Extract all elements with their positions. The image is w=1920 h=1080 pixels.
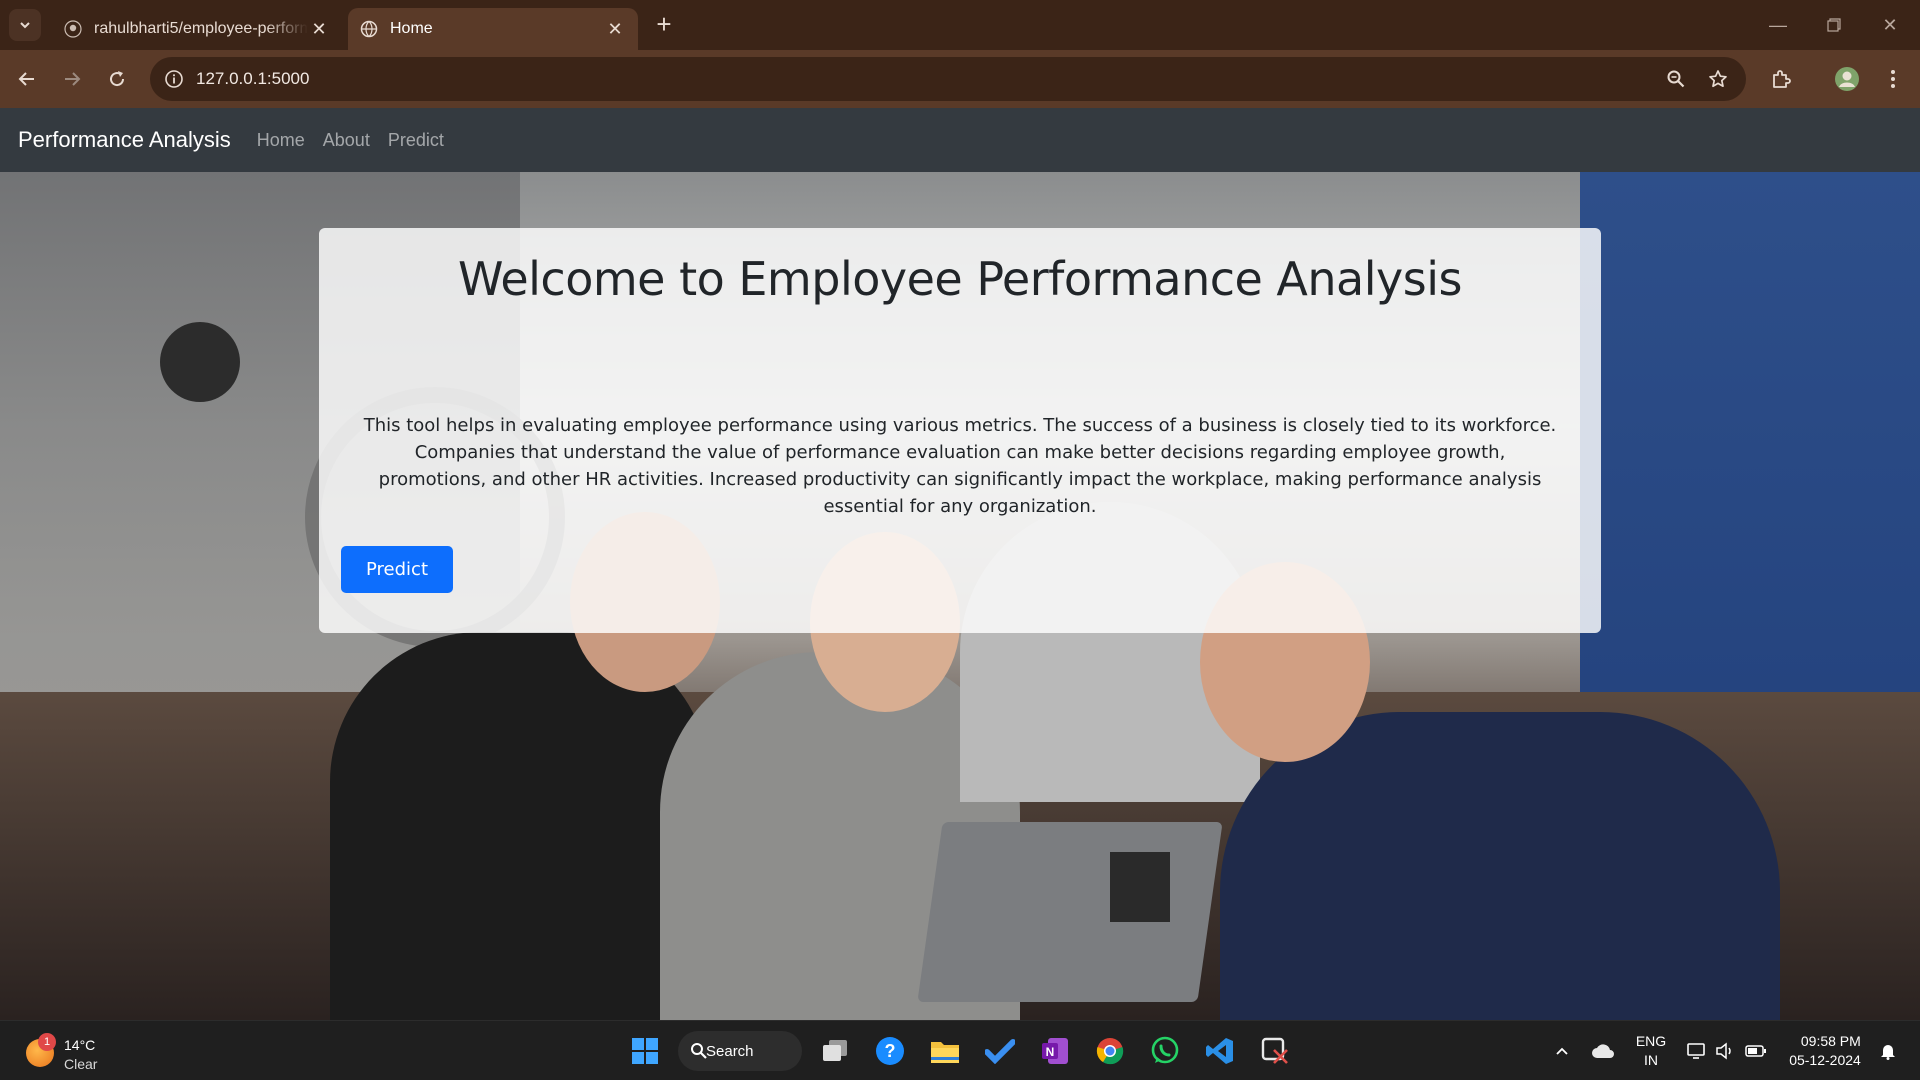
vscode-icon[interactable] [1200,1031,1240,1071]
avatar-icon [1835,67,1859,91]
laptop-sticker [1110,852,1170,922]
onedrive-cloud-icon[interactable] [1588,1021,1618,1080]
reload-icon [110,71,125,87]
nav-link-predict[interactable]: Predict [388,130,444,151]
site-navbar: Performance Analysis Home About Predict [0,108,1920,172]
site-info-icon[interactable] [158,63,190,95]
snipping-tool-icon[interactable] [1255,1031,1295,1071]
extensions-button[interactable] [1764,62,1798,96]
windows-start-icon[interactable] [625,1031,665,1071]
search-icon [691,1043,707,1059]
svg-text:?: ? [885,1041,896,1061]
system-clock[interactable]: 09:58 PM 05-12-2024 [1782,1021,1868,1080]
profile-avatar[interactable] [1830,62,1864,96]
chevron-down-icon [20,22,30,29]
tab-title: rahulbharti5/employee-performance-analys… [94,20,308,37]
predict-button[interactable]: Predict [341,546,453,593]
notification-bell-icon[interactable] [1874,1021,1902,1080]
tab-github[interactable]: rahulbharti5/employee-performance-analys… [52,8,342,50]
tab-home[interactable]: Home ✕ [348,8,638,50]
tab-search-button[interactable] [9,9,41,41]
language-code: ENG [1635,1033,1667,1049]
taskbar-search[interactable]: Search [678,1031,802,1071]
minimize-icon[interactable]: — [1750,0,1806,50]
onenote-icon[interactable]: N [1035,1031,1075,1071]
network-icon[interactable] [1684,1021,1710,1080]
close-window-icon[interactable]: ✕ [1862,0,1918,50]
task-view-icon[interactable] [815,1031,855,1071]
puzzle-icon [1773,70,1791,88]
navbar-brand[interactable]: Performance Analysis [18,127,231,153]
chrome-icon[interactable] [1090,1031,1130,1071]
browser-tabstrip: rahulbharti5/employee-performance-analys… [0,0,1920,50]
browser-menu-button[interactable] [1876,62,1910,96]
hero-background-photo: Welcome to Employee Performance Analysis… [0,172,1920,1020]
help-icon[interactable]: ? [870,1031,910,1071]
arrow-right-icon [65,72,81,86]
wall-dot-decoration [160,322,240,402]
close-icon[interactable]: ✕ [308,18,330,40]
back-button[interactable] [10,62,44,96]
arrow-left-icon [18,72,34,86]
show-hidden-icons-chevron-icon[interactable] [1548,1021,1576,1080]
weather-widget[interactable]: 1 14°C Clear [22,1029,112,1073]
svg-text:N: N [1046,1045,1055,1059]
notification-badge: 1 [38,1033,56,1051]
whatsapp-icon[interactable] [1145,1031,1185,1071]
url-text: 127.0.0.1:5000 [196,69,310,88]
language-region: IN [1644,1052,1658,1068]
tab-title: Home [390,20,433,37]
github-icon [64,20,82,38]
windows-taskbar: 1 14°C Clear Search ? N ENG IN 09:58 PM … [0,1020,1920,1080]
search-label: Search [706,1042,754,1060]
welcome-card: Welcome to Employee Performance Analysis… [319,228,1601,633]
nav-link-about[interactable]: About [323,130,370,151]
forward-button[interactable] [55,62,89,96]
clock-time: 09:58 PM [1800,1033,1861,1049]
welcome-title: Welcome to Employee Performance Analysis [458,252,1462,306]
new-tab-button[interactable]: + [650,11,678,39]
zoom-icon[interactable] [1660,63,1692,95]
volume-icon[interactable] [1712,1021,1738,1080]
weather-condition: Clear [64,1056,98,1072]
weather-temperature: 14°C [64,1037,96,1053]
laptop [917,822,1223,1002]
restore-icon[interactable] [1806,0,1862,50]
file-explorer-icon[interactable] [925,1031,965,1071]
todo-icon[interactable] [980,1031,1020,1071]
web-page: Performance Analysis Home About Predict … [0,108,1920,1020]
close-icon[interactable]: ✕ [604,18,626,40]
clock-date: 05-12-2024 [1789,1052,1861,1068]
kebab-menu-icon [1891,70,1895,88]
globe-icon [360,20,378,38]
language-indicator[interactable]: ENG IN [1628,1021,1674,1080]
reload-button[interactable] [100,62,134,96]
browser-toolbar: 127.0.0.1:5000 [0,50,1920,108]
nav-link-home[interactable]: Home [257,130,305,151]
bookmark-star-icon[interactable] [1702,63,1734,95]
battery-icon[interactable] [1742,1021,1770,1080]
welcome-description: This tool helps in evaluating employee p… [363,415,1557,517]
address-bar[interactable]: 127.0.0.1:5000 [150,57,1746,101]
